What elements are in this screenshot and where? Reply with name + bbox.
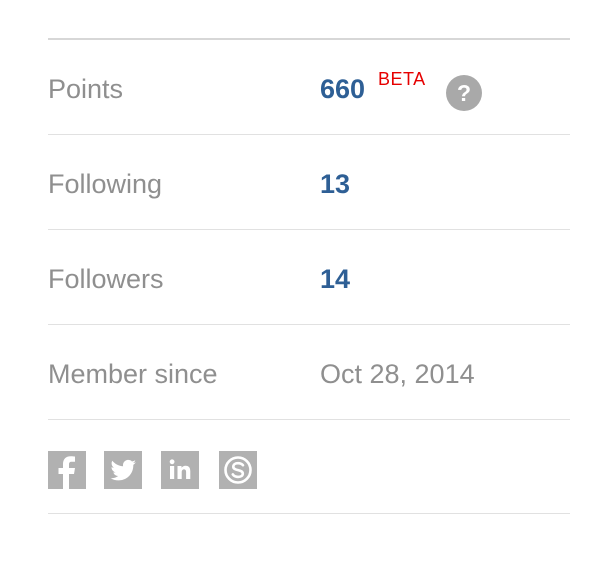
followers-count[interactable]: 14 [320, 262, 350, 296]
following-row: Following 13 [48, 135, 570, 230]
social-links [48, 420, 570, 514]
points-label: Points [48, 74, 124, 104]
followers-label: Followers [48, 264, 164, 294]
following-label: Following [48, 169, 163, 199]
points-value: 660 [320, 74, 366, 104]
following-count[interactable]: 13 [320, 167, 350, 201]
linkedin-icon[interactable] [161, 451, 199, 489]
profile-stats-panel: Points 660 BETA ? Following 13 Followers… [48, 38, 570, 514]
member-since-row: Member since Oct 28, 2014 [48, 325, 570, 420]
points-row: Points 660 BETA ? [48, 40, 570, 135]
followers-row: Followers 14 [48, 230, 570, 325]
help-icon[interactable]: ? [446, 75, 482, 111]
member-since-value: Oct 28, 2014 [320, 359, 475, 389]
beta-badge: BETA [378, 69, 426, 89]
member-since-label: Member since [48, 359, 218, 389]
facebook-icon[interactable] [48, 451, 86, 489]
twitter-icon[interactable] [104, 451, 142, 489]
skype-icon[interactable] [219, 451, 257, 489]
